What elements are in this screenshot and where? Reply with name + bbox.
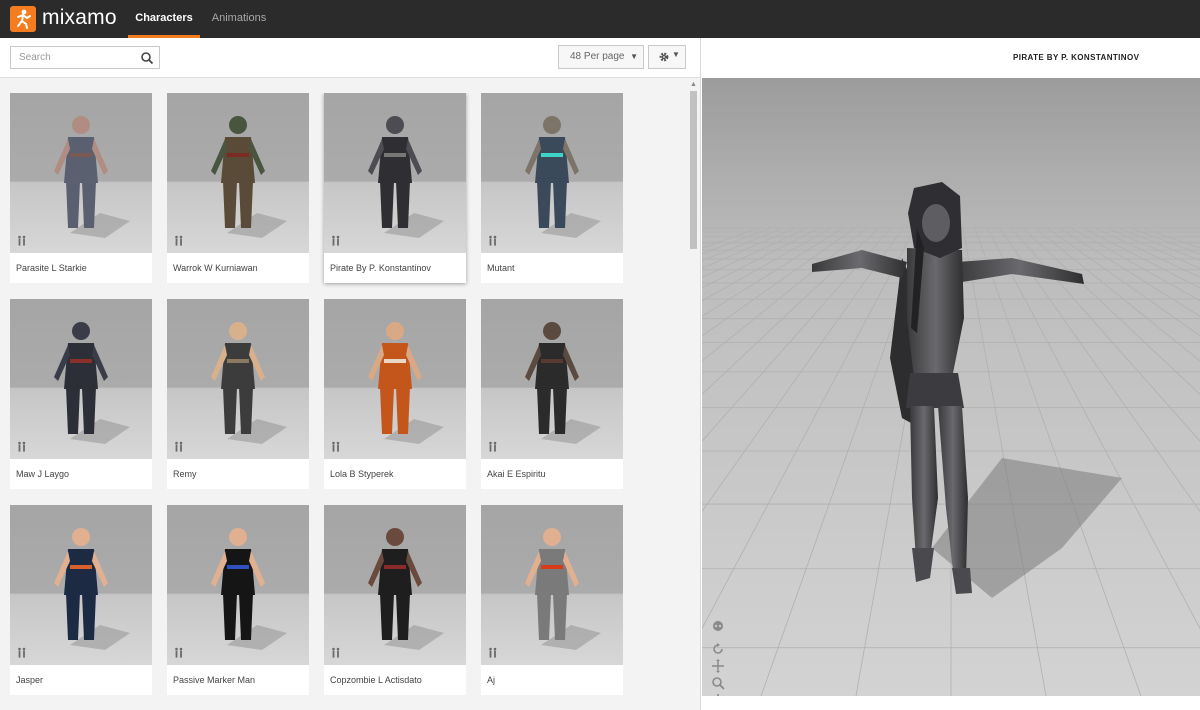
3d-viewport[interactable] [702,78,1200,696]
search-box [10,46,160,69]
gear-icon [659,52,669,62]
rotate-icon[interactable] [711,642,725,656]
character-name: Maw J Laygo [16,469,70,479]
people-icon [18,235,26,246]
per-page-select[interactable]: 48 Per page ▼ [558,45,644,69]
move-icon[interactable] [711,659,725,673]
power-icon[interactable] [711,693,725,696]
per-page-value: 48 Per page [570,51,625,62]
character-thumbnail [10,93,152,253]
character-card[interactable]: Aj [481,505,623,695]
character-name: Warrok W Kurniawan [173,263,258,273]
tab-animations[interactable]: Animations [204,0,274,38]
character-name: Aj [487,675,496,685]
people-icon [175,441,183,452]
zoom-icon[interactable] [711,676,725,690]
settings-button[interactable]: ▼ [648,45,686,69]
character-card[interactable]: Mutant [481,93,623,283]
character-card[interactable]: Copzombie L Actisdato [324,505,466,695]
people-icon [18,647,26,658]
search-icon[interactable] [140,51,154,65]
character-card[interactable]: Maw J Laygo [10,299,152,489]
character-viewer: PIRATE BY P. KONSTANTINOV [700,38,1200,710]
character-name: Akai E Espiritu [487,469,546,479]
people-icon [18,441,26,452]
character-card[interactable]: Pirate By P. Konstantinov [324,93,466,283]
character-card[interactable]: Parasite L Starkie [10,93,152,283]
character-thumbnail [10,505,152,665]
brand-name: mixamo [42,6,117,29]
character-card[interactable]: Remy [167,299,309,489]
mixamo-logo-icon[interactable] [10,6,36,32]
scroll-up-icon[interactable]: ▲ [690,81,697,88]
character-grid: Parasite L Starkie Warrok W Kurniawan Pira… [10,93,690,710]
character-card[interactable]: Lola B Styperek [324,299,466,489]
character-name: Lola B Styperek [330,469,394,479]
character-name: Parasite L Starkie [16,263,87,273]
character-thumbnail [481,93,623,253]
people-icon [489,647,497,658]
character-name: Passive Marker Man [173,675,256,685]
character-card[interactable]: Jasper [10,505,152,695]
character-card[interactable]: Warrok W Kurniawan [167,93,309,283]
top-bar: mixamo Characters Animations [0,0,1200,38]
search-input[interactable] [11,47,131,68]
character-thumbnail [324,299,466,459]
people-icon [175,235,183,246]
character-browser: 48 Per page ▼ ▼ Parasite L Starkie Warrok… [0,38,700,710]
tab-characters[interactable]: Characters [128,0,200,38]
viewer-title: PIRATE BY P. KONSTANTINOV [1013,53,1140,62]
people-icon [332,647,340,658]
character-card[interactable]: Akai E Espiritu [481,299,623,489]
scrollbar[interactable]: ▲ [689,81,697,710]
character-card[interactable]: Passive Marker Man [167,505,309,695]
character-name: Copzombie L Actisdato [330,675,422,685]
character-name: Mutant [487,263,515,273]
character-thumbnail [481,505,623,665]
people-icon [332,235,340,246]
character-name: Jasper [16,675,44,685]
character-thumbnail [167,299,309,459]
character-thumbnail [10,299,152,459]
skull-icon[interactable] [711,620,725,634]
character-name: Pirate By P. Konstantinov [330,263,431,273]
browser-toolbar: 48 Per page ▼ ▼ [0,38,700,78]
character-thumbnail [324,93,466,253]
character-thumbnail [167,505,309,665]
people-icon [489,441,497,452]
character-thumbnail [167,93,309,253]
people-icon [175,647,183,658]
caret-down-icon: ▼ [672,50,680,59]
caret-down-icon: ▼ [630,52,638,61]
character-thumbnail [324,505,466,665]
viewport-scene [702,78,1200,696]
viewer-header: PIRATE BY P. KONSTANTINOV [701,38,1200,78]
character-name: Remy [173,469,197,479]
people-icon [489,235,497,246]
scrollbar-thumb[interactable] [690,91,697,249]
character-thumbnail [481,299,623,459]
people-icon [332,441,340,452]
